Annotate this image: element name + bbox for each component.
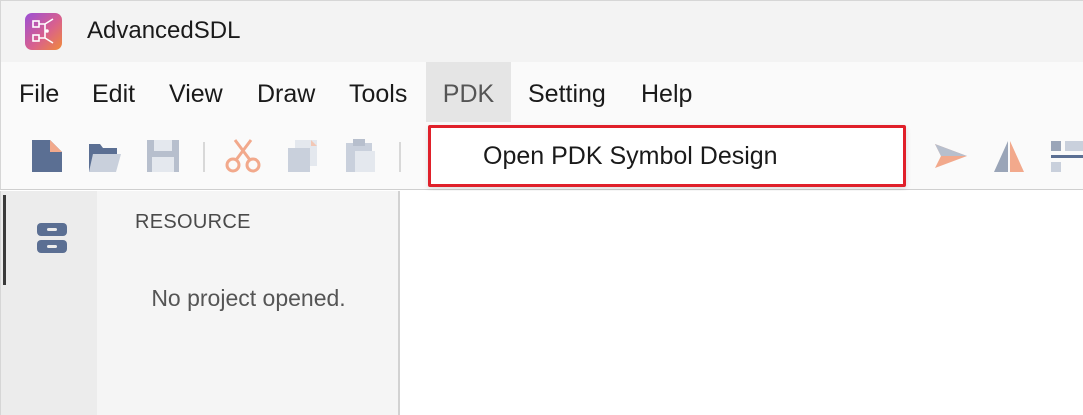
panel-title: RESOURCE — [135, 211, 251, 233]
editor-area[interactable] — [402, 191, 1083, 415]
align-icon[interactable] — [1049, 138, 1083, 174]
activity-bar — [0, 191, 97, 415]
menu-setting[interactable]: Setting — [528, 62, 606, 122]
cut-icon[interactable] — [225, 138, 261, 174]
resource-panel: RESOURCE No project opened. — [97, 191, 400, 415]
menu-view[interactable]: View — [169, 62, 223, 122]
pdk-dropdown-menu: Open PDK Symbol Design — [428, 125, 906, 187]
menu-pdk[interactable]: PDK — [426, 62, 511, 122]
menu-edit[interactable]: Edit — [92, 62, 135, 122]
empty-state-text: No project opened. — [151, 285, 346, 311]
save-icon[interactable] — [145, 138, 181, 174]
menu-tools[interactable]: Tools — [349, 62, 407, 122]
menu-help[interactable]: Help — [641, 62, 692, 122]
toolbar-separator — [203, 142, 205, 172]
mirror-icon[interactable] — [991, 138, 1027, 174]
new-file-icon[interactable] — [29, 138, 65, 174]
menu-draw[interactable]: Draw — [257, 62, 315, 122]
menu-item-open-pdk-symbol-design[interactable]: Open PDK Symbol Design — [483, 142, 778, 171]
toolbar-separator — [399, 142, 401, 172]
paste-icon[interactable] — [343, 138, 379, 174]
resource-drawer-icon[interactable] — [36, 221, 68, 257]
menu-bar: File Edit View Draw Tools PDK Setting He… — [0, 62, 1083, 122]
window-title: AdvancedSDL — [87, 17, 241, 44]
active-indicator — [3, 195, 6, 285]
open-folder-icon[interactable] — [87, 138, 123, 174]
app-logo-icon — [25, 13, 62, 50]
title-bar: AdvancedSDL — [0, 0, 1083, 62]
send-icon[interactable] — [933, 138, 969, 174]
copy-icon[interactable] — [285, 138, 321, 174]
menu-file[interactable]: File — [19, 62, 59, 122]
